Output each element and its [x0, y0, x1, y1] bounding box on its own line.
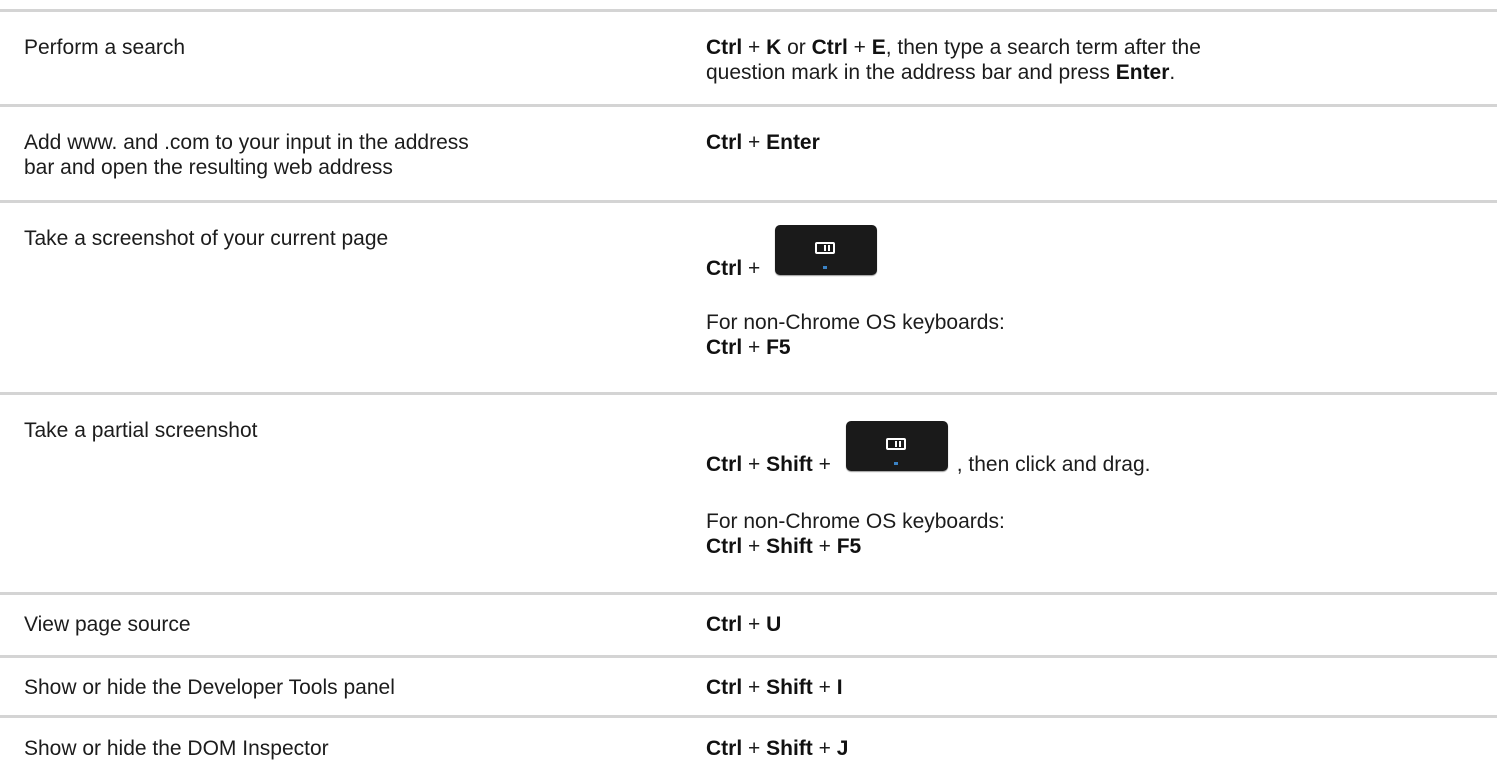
key-label: F5	[766, 336, 791, 359]
key-label: Shift	[766, 737, 813, 760]
key-label: Ctrl	[706, 257, 743, 280]
table-row: Take a partial screenshot Ctrl + Shift +…	[0, 392, 1497, 592]
key-label: Ctrl	[706, 36, 743, 59]
plus-text: +	[812, 737, 837, 760]
action-cell: Take a partial screenshot	[24, 418, 664, 443]
key-label: Ctrl	[706, 453, 743, 476]
show-windows-key-icon	[845, 421, 948, 471]
instruction-text: , then type a search term after the	[885, 36, 1201, 59]
key-label: Enter	[1115, 61, 1170, 84]
plus-text: +	[812, 535, 837, 558]
action-cell: Show or hide the Developer Tools panel	[24, 675, 664, 700]
table-row: Take a screenshot of your current page C…	[0, 200, 1497, 392]
shortcut-cell: Ctrl + Shift + , then click and drag. Fo…	[706, 421, 1466, 559]
action-cell: Add www. and .com to your input in the a…	[24, 130, 664, 180]
table-row: Show or hide the Developer Tools panel C…	[0, 655, 1497, 715]
plus-text: +	[847, 36, 872, 59]
key-label: Ctrl	[811, 36, 848, 59]
action-text: View page source	[24, 613, 191, 636]
shortcut-cell: Ctrl + U	[706, 612, 1466, 637]
note-text: For non-Chrome OS keyboards:	[706, 510, 1005, 533]
shortcut-cell: Ctrl + Shift + J	[706, 736, 1466, 761]
key-label: Ctrl	[706, 737, 743, 760]
action-text: Take a screenshot of your current page	[24, 227, 389, 250]
instruction-text: , then click and drag.	[956, 453, 1151, 476]
plus-text: +	[742, 36, 767, 59]
plus-text: +	[812, 676, 837, 699]
plus-text: +	[742, 257, 767, 280]
action-text: bar and open the resulting web address	[24, 156, 393, 179]
key-label: U	[766, 613, 782, 636]
action-cell: View page source	[24, 612, 664, 637]
window-glyph-icon	[815, 242, 836, 254]
key-label: Shift	[766, 535, 813, 558]
action-cell: Show or hide the DOM Inspector	[24, 736, 664, 761]
period-text: .	[1169, 61, 1176, 84]
action-text: Show or hide the DOM Inspector	[24, 737, 329, 760]
plus-text: +	[742, 336, 767, 359]
key-label: Ctrl	[706, 676, 743, 699]
plus-text: +	[742, 131, 767, 154]
note-text: For non-Chrome OS keyboards:	[706, 311, 1005, 334]
key-label: Shift	[766, 676, 813, 699]
instruction-text: question mark in the address bar and pre…	[706, 61, 1116, 84]
key-indicator-icon	[893, 462, 898, 465]
action-text: Take a partial screenshot	[24, 419, 258, 442]
table-row: Show or hide the DOM Inspector Ctrl + Sh…	[0, 715, 1497, 778]
key-label: J	[836, 737, 849, 760]
window-glyph-icon	[885, 438, 906, 450]
plus-text: +	[742, 613, 767, 636]
key-label: F5	[836, 535, 862, 558]
action-cell: Perform a search	[24, 35, 664, 60]
plus-text: +	[742, 737, 767, 760]
key-label: E	[871, 36, 886, 59]
action-text: Show or hide the Developer Tools panel	[24, 676, 395, 699]
plus-text: +	[742, 453, 767, 476]
plus-text: +	[812, 453, 837, 476]
shortcut-cell: Ctrl + K or Ctrl + E, then type a search…	[706, 35, 1466, 85]
table-row: View page source Ctrl + U	[0, 592, 1497, 655]
key-label: Ctrl	[706, 131, 743, 154]
key-indicator-icon	[823, 266, 828, 269]
shortcut-cell: Ctrl + Shift + I	[706, 675, 1466, 700]
action-text: Perform a search	[24, 36, 186, 59]
action-text: Add www. and .com to your input in the a…	[24, 131, 469, 154]
key-label: Ctrl	[706, 535, 743, 558]
table-row: Add www. and .com to your input in the a…	[0, 104, 1497, 200]
action-cell: Take a screenshot of your current page	[24, 226, 664, 251]
connector-text: or	[781, 36, 812, 59]
key-label: Ctrl	[706, 613, 743, 636]
show-windows-key-icon	[775, 225, 878, 275]
shortcut-cell: Ctrl + For non-Chrome OS keyboards: Ctrl…	[706, 225, 1466, 360]
shortcut-cell: Ctrl + Enter	[706, 130, 1466, 155]
key-label: Enter	[766, 131, 820, 154]
key-label: K	[766, 36, 782, 59]
key-label: Ctrl	[706, 336, 743, 359]
table-row: Perform a search Ctrl + K or Ctrl + E, t…	[0, 9, 1497, 104]
plus-text: +	[742, 535, 767, 558]
plus-text: +	[742, 676, 767, 699]
key-label: I	[836, 676, 843, 699]
key-label: Shift	[766, 453, 813, 476]
